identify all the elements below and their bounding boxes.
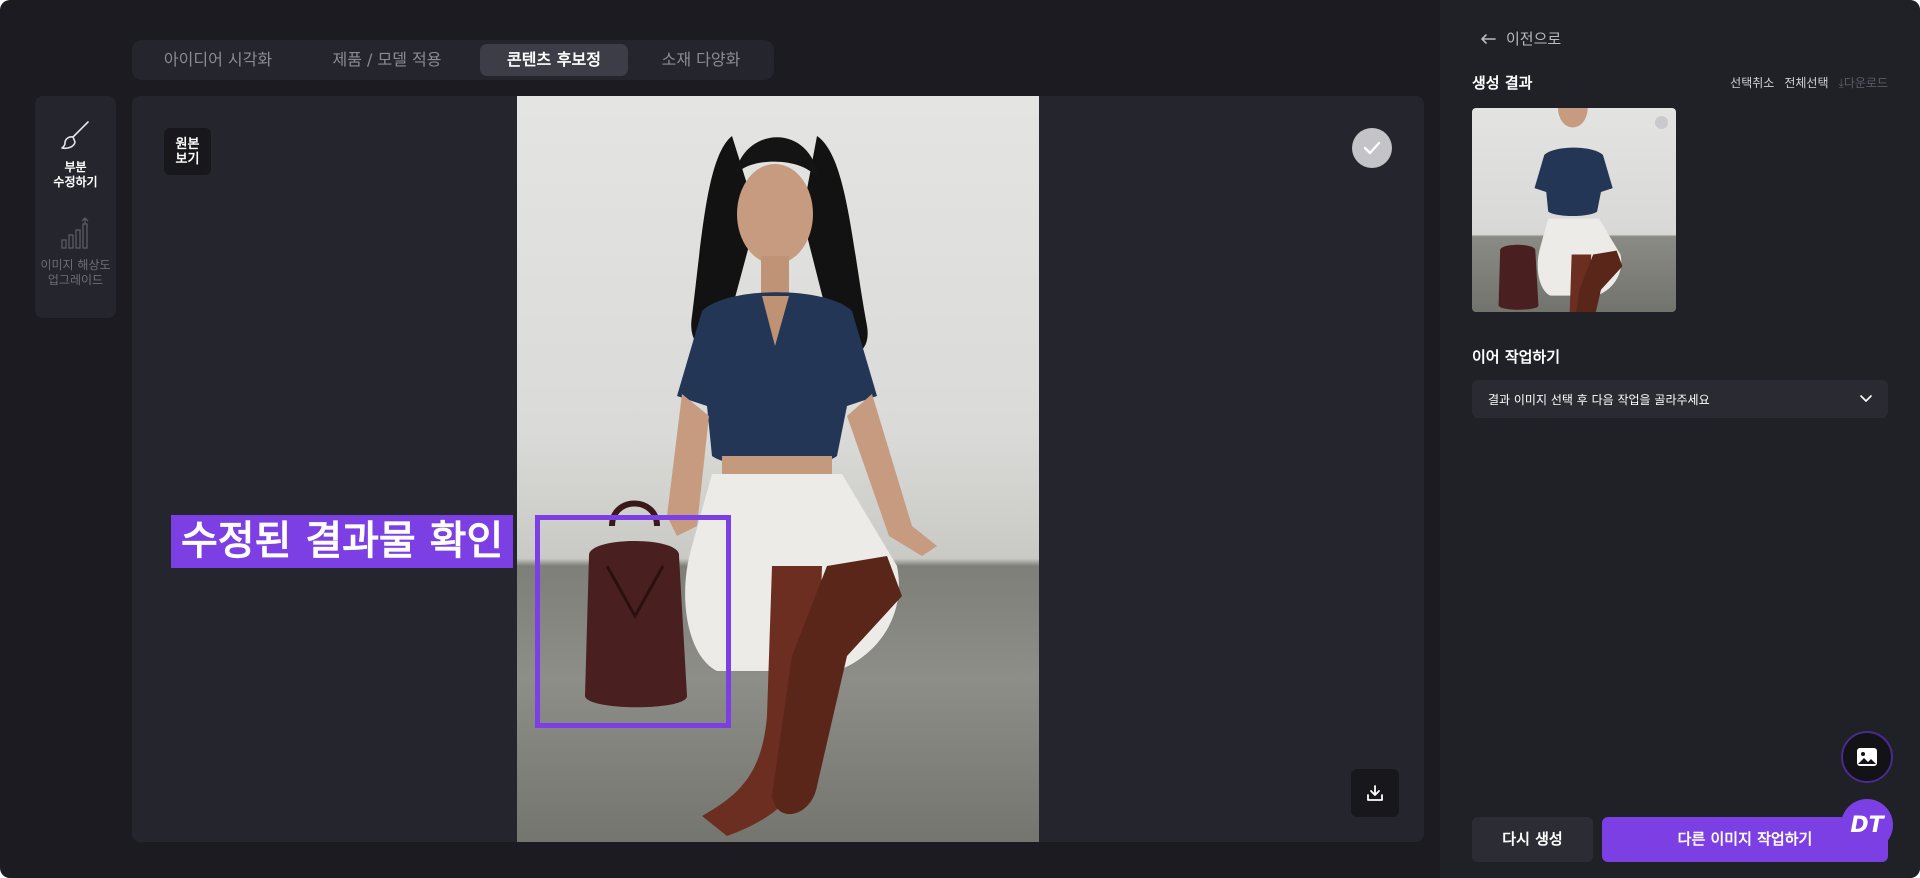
select-result-check[interactable] bbox=[1352, 128, 1392, 168]
tab-asset-diversify[interactable]: 소재 다양화 bbox=[632, 44, 770, 76]
annotation-label: 수정된 결과물 확인 bbox=[171, 515, 514, 568]
continue-title: 이어 작업하기 bbox=[1472, 348, 1561, 366]
chevron-down-icon bbox=[1860, 395, 1872, 402]
tool-partial-edit[interactable]: 부분 수정하기 bbox=[35, 118, 116, 190]
next-action-placeholder: 결과 이미지 선택 후 다음 작업을 골라주세요 bbox=[1488, 392, 1710, 407]
workflow-tabs: 아이디어 시각화 제품 / 모델 적용 콘텐츠 후보정 소재 다양화 bbox=[132, 40, 774, 80]
thumbnail-illustration bbox=[1498, 108, 1623, 312]
tool-upscale-label: 이미지 해상도 업그레이드 bbox=[40, 258, 111, 287]
regenerate-button[interactable]: 다시 생성 bbox=[1472, 817, 1593, 862]
upscale-bars-icon bbox=[60, 217, 88, 249]
select-all-button[interactable]: 전체선택 bbox=[1784, 74, 1828, 91]
image-icon bbox=[1857, 748, 1877, 766]
tool-upscale[interactable]: 이미지 해상도 업그레이드 bbox=[35, 216, 116, 288]
view-original-label: 원본 보기 bbox=[175, 136, 200, 167]
brush-icon bbox=[60, 121, 89, 150]
tool-sidebar: 부분 수정하기 이미지 해상도 업그레이드 bbox=[35, 96, 116, 318]
tool-partial-edit-label: 부분 수정하기 bbox=[53, 160, 98, 189]
download-all-label: 다운로드 bbox=[1843, 76, 1888, 90]
back-label: 이전으로 bbox=[1506, 30, 1562, 48]
image-gallery-fab[interactable] bbox=[1841, 731, 1893, 783]
app-window: 아이디어 시각화 제품 / 모델 적용 콘텐츠 후보정 소재 다양화 부분 수정… bbox=[0, 0, 1920, 878]
image-canvas: 원본 보기 bbox=[132, 96, 1424, 842]
results-title: 생성 결과 bbox=[1472, 74, 1533, 92]
thumbnail-check-icon[interactable] bbox=[1655, 116, 1668, 129]
deselect-button[interactable]: 선택취소 bbox=[1730, 74, 1774, 91]
download-icon bbox=[1367, 785, 1383, 801]
result-thumbnail[interactable] bbox=[1472, 108, 1676, 312]
result-actions: 선택취소 전체선택 ⤓다운로드 bbox=[1730, 74, 1888, 91]
next-action-select[interactable]: 결과 이미지 선택 후 다음 작업을 골라주세요 bbox=[1472, 380, 1888, 418]
view-original-button[interactable]: 원본 보기 bbox=[164, 128, 211, 175]
dt-assistant-badge[interactable]: DT bbox=[1841, 799, 1893, 851]
download-image-button[interactable] bbox=[1351, 769, 1399, 817]
tab-product-model-apply[interactable]: 제품 / 모델 적용 bbox=[302, 44, 472, 76]
back-button[interactable]: 이전으로 bbox=[1480, 28, 1561, 49]
check-icon bbox=[1363, 141, 1381, 155]
result-photo bbox=[517, 96, 1039, 842]
arrow-left-icon bbox=[1481, 33, 1496, 44]
download-all-button[interactable]: ⤓다운로드 bbox=[1839, 74, 1888, 91]
tab-content-retouch[interactable]: 콘텐츠 후보정 bbox=[480, 44, 628, 76]
tab-idea-visualization[interactable]: 아이디어 시각화 bbox=[136, 44, 300, 76]
annotation-highlight-box bbox=[535, 515, 731, 728]
model-illustration bbox=[585, 136, 937, 836]
